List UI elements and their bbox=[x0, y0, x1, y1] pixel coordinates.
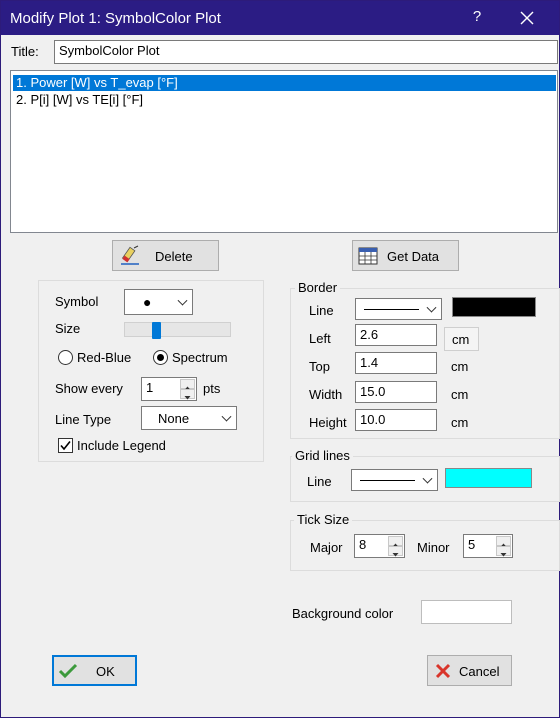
checkmark-icon bbox=[58, 663, 78, 679]
left-input[interactable]: 2.6 bbox=[355, 324, 437, 346]
background-color-label: Background color bbox=[292, 606, 394, 621]
tick-size-title: Tick Size bbox=[294, 512, 353, 527]
background-color-swatch[interactable] bbox=[421, 600, 512, 624]
plot-title-input[interactable]: SymbolColor Plot bbox=[54, 40, 558, 64]
get-data-button[interactable]: Get Data bbox=[352, 240, 459, 271]
top-unit: cm bbox=[451, 359, 469, 374]
stepper-up-button[interactable] bbox=[496, 536, 511, 547]
plot-list-item[interactable]: 2. P[i] [W] vs TE[i] [°F] bbox=[13, 92, 556, 108]
chevron-down-icon bbox=[177, 295, 188, 306]
get-data-button-label: Get Data bbox=[387, 249, 440, 264]
spectrum-radio[interactable] bbox=[153, 350, 168, 365]
height-input[interactable]: 10.0 bbox=[355, 409, 437, 431]
grid-line-select[interactable] bbox=[351, 469, 438, 491]
ok-button[interactable]: OK bbox=[52, 655, 137, 686]
modify-plot-dialog: Modify Plot 1: SymbolColor Plot ? Title:… bbox=[0, 0, 560, 718]
title-label: Title: bbox=[11, 44, 39, 59]
caret-down-icon bbox=[184, 396, 191, 400]
grid-line-label: Line bbox=[307, 474, 332, 489]
size-label: Size bbox=[55, 321, 81, 336]
checkmark-icon bbox=[60, 441, 71, 451]
chevron-down-icon bbox=[221, 411, 232, 422]
stepper-down-button[interactable] bbox=[388, 546, 403, 557]
height-label: Height bbox=[309, 415, 347, 430]
cancel-button-label: Cancel bbox=[459, 664, 500, 679]
title-bar[interactable]: Modify Plot 1: SymbolColor Plot ? bbox=[1, 1, 559, 35]
line-style-sample bbox=[360, 480, 415, 481]
major-label: Major bbox=[310, 540, 343, 555]
show-every-label: Show every bbox=[55, 381, 123, 396]
major-tick-stepper[interactable]: 8 bbox=[354, 534, 405, 558]
left-label: Left bbox=[309, 331, 331, 346]
top-label: Top bbox=[309, 359, 330, 374]
minor-tick-value: 5 bbox=[468, 537, 476, 552]
line-type-select[interactable]: None bbox=[141, 406, 237, 430]
red-blue-label: Red-Blue bbox=[77, 350, 132, 365]
eraser-icon bbox=[121, 245, 139, 265]
close-icon bbox=[435, 663, 451, 679]
unit-selector[interactable]: cm bbox=[444, 327, 479, 351]
size-slider-thumb[interactable] bbox=[152, 322, 161, 339]
symbol-select[interactable]: ● bbox=[124, 289, 193, 315]
width-input[interactable]: 15.0 bbox=[355, 381, 437, 403]
border-line-label: Line bbox=[309, 303, 334, 318]
left-unit: cm bbox=[452, 332, 470, 347]
red-blue-radio[interactable] bbox=[58, 350, 73, 365]
border-line-select[interactable] bbox=[355, 298, 442, 320]
stepper-up-button[interactable] bbox=[388, 536, 403, 547]
close-icon bbox=[520, 11, 534, 25]
line-type-value: None bbox=[158, 411, 190, 426]
border-color-swatch[interactable] bbox=[452, 297, 536, 317]
plot-list[interactable]: 1. Power [W] vs T_evap [°F] 2. P[i] [W] … bbox=[10, 70, 558, 233]
grid-color-swatch[interactable] bbox=[445, 468, 532, 488]
cancel-button[interactable]: Cancel bbox=[427, 655, 512, 686]
window-title: Modify Plot 1: SymbolColor Plot bbox=[10, 10, 221, 27]
line-type-label: Line Type bbox=[55, 412, 112, 427]
stepper-down-button[interactable] bbox=[180, 389, 195, 400]
ok-button-label: OK bbox=[96, 664, 115, 679]
spectrum-label: Spectrum bbox=[172, 350, 228, 365]
caret-down-icon bbox=[500, 553, 507, 557]
delete-button-label: Delete bbox=[155, 249, 193, 264]
show-every-stepper[interactable]: 1 bbox=[141, 377, 197, 401]
show-every-value: 1 bbox=[146, 380, 154, 395]
stepper-up-button[interactable] bbox=[180, 379, 195, 390]
size-slider[interactable] bbox=[124, 322, 231, 339]
width-unit: cm bbox=[451, 387, 469, 402]
caret-down-icon bbox=[392, 553, 399, 557]
include-legend-checkbox[interactable] bbox=[58, 438, 73, 453]
pts-label: pts bbox=[203, 381, 221, 396]
symbol-label: Symbol bbox=[55, 294, 99, 309]
include-legend-label: Include Legend bbox=[77, 438, 166, 453]
chevron-down-icon bbox=[426, 302, 437, 313]
plot-list-item[interactable]: 1. Power [W] vs T_evap [°F] bbox=[13, 75, 556, 91]
minor-label: Minor bbox=[417, 540, 450, 555]
stepper-down-button[interactable] bbox=[496, 546, 511, 557]
line-style-sample bbox=[364, 309, 419, 310]
grid-lines-title: Grid lines bbox=[292, 448, 353, 463]
help-button[interactable]: ? bbox=[467, 8, 487, 28]
minor-tick-stepper[interactable]: 5 bbox=[463, 534, 513, 558]
top-input[interactable]: 1.4 bbox=[355, 352, 437, 374]
symbol-glyph: ● bbox=[143, 294, 152, 310]
close-button[interactable] bbox=[514, 7, 540, 29]
height-unit: cm bbox=[451, 415, 469, 430]
width-label: Width bbox=[309, 387, 343, 402]
border-title: Border bbox=[295, 280, 341, 295]
major-tick-value: 8 bbox=[359, 537, 367, 552]
table-icon bbox=[358, 247, 378, 265]
chevron-down-icon bbox=[422, 473, 433, 484]
delete-button[interactable]: Delete bbox=[112, 240, 219, 271]
